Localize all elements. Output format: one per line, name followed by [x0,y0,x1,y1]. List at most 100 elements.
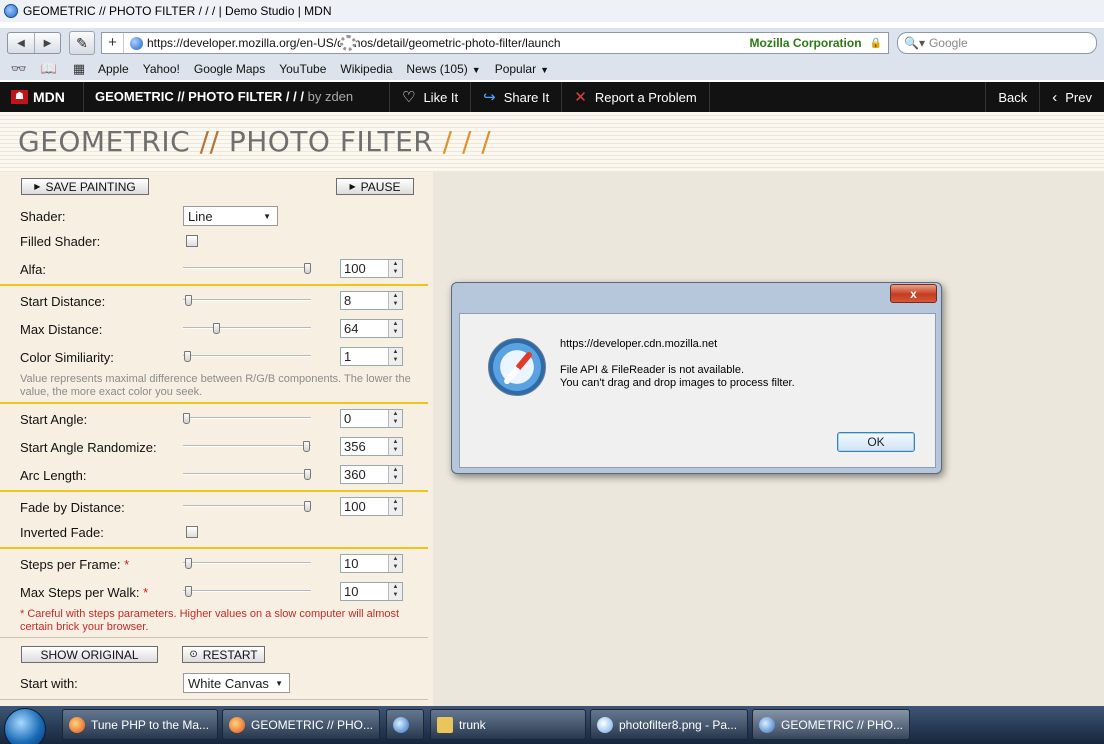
report-problem-button[interactable]: ✕ Report a Problem [562,82,710,112]
app-icon [393,716,409,733]
ok-button[interactable]: OK [837,432,915,452]
arc-length-slider[interactable] [183,469,311,480]
stepper-arrows-icon[interactable]: ▲ ▼ [388,292,402,309]
section-divider [0,284,428,286]
firefox-icon [69,716,85,733]
bookmark-wikipedia[interactable]: Wikipedia [340,62,392,76]
stepper-arrows-icon[interactable]: ▲ ▼ [388,260,402,277]
slider-thumb[interactable] [303,441,310,452]
mdn-logo[interactable]: ☗ MDN [0,82,84,112]
browser-toolbar: ◀ ▶ ✎ + https://developer.mozilla.org/en… [0,28,1104,58]
address-bar[interactable]: + https://developer.mozilla.org/en-US/de… [101,32,889,54]
stepper-arrows-icon[interactable]: ▲ ▼ [388,410,402,427]
max-distance-input[interactable]: 64 ▲ ▼ [340,319,403,338]
pause-button[interactable]: ▶ PAUSE [336,178,414,195]
filled-shader-checkbox[interactable] [186,235,198,247]
start-angle-input[interactable]: 0 ▲ ▼ [340,409,403,428]
search-field[interactable]: 🔍▾ Google [897,32,1097,54]
prev-button[interactable]: ‹ Prev [1039,82,1104,112]
start-angle-randomize-slider[interactable] [183,441,311,452]
add-bookmark-icon[interactable]: + [102,33,124,53]
bookmark-yahoo[interactable]: Yahoo! [143,62,180,76]
start-button[interactable] [4,708,46,744]
top-sites-grid-icon[interactable]: ▦ [68,61,90,77]
save-painting-button[interactable]: ▶ SAVE PAINTING [21,178,149,195]
restart-button[interactable]: ⊙ RESTART [182,646,265,663]
nav-buttons: ◀ ▶ [7,32,61,54]
filled-shader-label: Filled Shader: [20,234,101,249]
fade-slider[interactable] [183,501,311,512]
stepper-arrows-icon[interactable]: ▲ ▼ [388,498,402,515]
fade-label: Fade by Distance: [20,500,125,515]
stepper-arrows-icon[interactable]: ▲ ▼ [388,320,402,337]
taskbar-item-paint[interactable]: photofilter8.png - Pa... [590,709,748,740]
steps-frame-slider[interactable] [183,558,311,569]
section-divider [0,490,428,492]
stepper-arrows-icon[interactable]: ▲ ▼ [388,555,402,572]
slider-track [183,562,311,564]
slider-thumb[interactable] [185,295,192,306]
taskbar-item-geometric-1[interactable]: GEOMETRIC // PHO... [222,709,380,740]
arc-length-input[interactable]: 360 ▲ ▼ [340,465,403,484]
start-angle-randomize-input[interactable]: 356 ▲ ▼ [340,437,403,456]
color-similiarity-input[interactable]: 1 ▲ ▼ [340,347,403,366]
slider-track [183,327,311,329]
slider-thumb[interactable] [213,323,220,334]
lock-icon: 🔒 [869,37,882,49]
loading-spinner-icon[interactable] [340,35,356,51]
max-steps-slider[interactable] [183,586,311,597]
steps-frame-input[interactable]: 10 ▲ ▼ [340,554,403,573]
start-distance-input[interactable]: 8 ▲ ▼ [340,291,403,310]
forward-arrow-icon[interactable]: ▶ [34,33,60,53]
stepper-arrows-icon[interactable]: ▲ ▼ [388,583,402,600]
dialog-close-button[interactable]: x [890,284,937,303]
stepper-arrows-icon[interactable]: ▲ ▼ [388,438,402,455]
stepper-arrows-icon[interactable]: ▲ ▼ [388,466,402,483]
reading-list-icon[interactable]: 👓 [8,61,30,77]
snapback-icon[interactable]: ✎ [69,31,95,55]
back-button[interactable]: Back [985,82,1039,112]
slider-thumb[interactable] [185,586,192,597]
close-icon: x [910,286,917,301]
color-similiarity-slider[interactable] [183,351,311,362]
slider-thumb[interactable] [304,501,311,512]
slider-thumb[interactable] [304,263,311,274]
inverted-fade-checkbox[interactable] [186,526,198,538]
back-arrow-icon[interactable]: ◀ [8,33,34,53]
bookmark-apple[interactable]: Apple [98,62,129,76]
demo-title-text: GEOMETRIC // PHOTO FILTER / / / [95,89,304,104]
book-icon[interactable]: 📖 [38,61,60,77]
stepper-arrows-icon[interactable]: ▲ ▼ [388,348,402,365]
taskbar-item-geometric-2[interactable]: GEOMETRIC // PHO... [752,709,910,740]
shader-select[interactable]: Line ▼ [183,206,278,226]
alfa-input[interactable]: 100 ▲ ▼ [340,259,403,278]
show-original-button[interactable]: SHOW ORIGINAL [21,646,158,663]
alfa-slider[interactable] [183,263,311,274]
section-divider [0,699,428,700]
alfa-value: 100 [344,261,366,276]
url-text[interactable]: https://developer.mozilla.org/en-US/demo… [147,36,750,50]
slider-thumb[interactable] [183,413,190,424]
bookmark-youtube[interactable]: YouTube [279,62,326,76]
like-button[interactable]: ♡ Like It [390,82,472,112]
max-distance-slider[interactable] [183,323,311,334]
start-distance-slider[interactable] [183,295,311,306]
fade-input[interactable]: 100 ▲ ▼ [340,497,403,516]
safari-icon [4,4,18,18]
taskbar-item-tune-php[interactable]: Tune PHP to the Ma... [62,709,218,740]
inverted-fade-label: Inverted Fade: [20,525,104,540]
slider-thumb[interactable] [185,558,192,569]
slider-thumb[interactable] [184,351,191,362]
share-button[interactable]: ↪ Share It [471,82,563,112]
bookmark-news[interactable]: News (105) ▼ [406,62,480,76]
taskbar-item-trunk[interactable]: trunk [430,709,586,740]
share-label: Share It [503,89,550,105]
slider-thumb[interactable] [304,469,311,480]
max-steps-input[interactable]: 10 ▲ ▼ [340,582,403,601]
start-angle-slider[interactable] [183,413,311,424]
start-with-select[interactable]: White Canvas ▼ [183,673,290,693]
bookmark-google-maps[interactable]: Google Maps [194,62,265,76]
taskbar-item-app[interactable] [386,709,424,740]
steps-frame-label: Steps per Frame: * [20,557,129,572]
bookmark-popular[interactable]: Popular ▼ [495,62,549,76]
